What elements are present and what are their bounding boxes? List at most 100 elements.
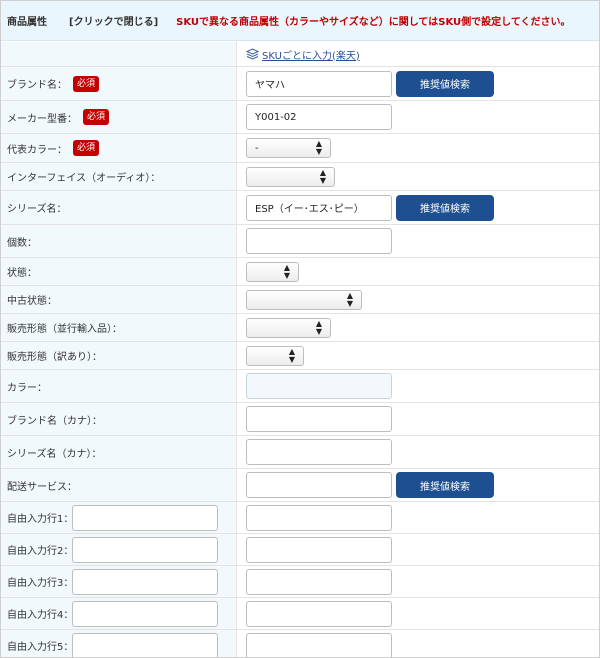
- series-value-cell: ESP（イー･エス･ピー） 推奨値検索: [238, 191, 599, 224]
- brand-search-button[interactable]: 推奨値検索: [396, 70, 494, 97]
- required-badge: 必須: [83, 109, 110, 125]
- sales-outlet-select[interactable]: ▲ ▼: [246, 345, 304, 366]
- required-badge: 必須: [73, 75, 100, 92]
- free-input-label-cell: 自由入力行4：: [1, 598, 237, 629]
- condition-label: 状態：: [7, 268, 37, 279]
- interface-value-cell: ▲ ▼: [238, 163, 599, 190]
- brand-input[interactable]: ヤマハ: [246, 70, 392, 97]
- free-input-name-field[interactable]: [72, 601, 218, 627]
- select-arrows-icon: ▲ ▼: [319, 167, 326, 185]
- interface-select[interactable]: ▲ ▼: [246, 166, 335, 187]
- sku-link-cell: SKUごとに入力(楽天): [238, 42, 599, 66]
- free-input-value-field[interactable]: [246, 632, 392, 657]
- condition-select[interactable]: ▲ ▼: [246, 261, 299, 282]
- color-rep-select[interactable]: - ▲ ▼: [246, 138, 331, 158]
- delivery-label-cell: 配送サービス：: [1, 469, 237, 501]
- select-arrows-icon: ▲ ▼: [283, 262, 290, 280]
- sales-outlet-label-cell: 販売形態（訳あり）：: [1, 342, 237, 369]
- free-input-value-cell: [238, 630, 599, 657]
- used-condition-select[interactable]: ▲ ▼: [246, 289, 362, 310]
- row-free-input: 自由入力行4：: [1, 598, 599, 630]
- collapse-toggle[interactable]: [クリックで閉じる]: [69, 13, 158, 28]
- row-free-input: 自由入力行2：: [1, 534, 599, 566]
- free-input-name-field[interactable]: [72, 569, 218, 595]
- used-condition-value-cell: ▲ ▼: [238, 286, 599, 313]
- row-free-input: 自由入力行1：: [1, 502, 599, 534]
- count-input[interactable]: [246, 228, 392, 254]
- free-input-name-field[interactable]: [72, 633, 218, 657]
- free-input-name-field[interactable]: [72, 537, 218, 563]
- row-delivery: 配送サービス： 推奨値検索: [1, 469, 599, 502]
- free-input-value-cell: [238, 534, 599, 565]
- color-rep-selected: -: [255, 142, 259, 154]
- used-condition-label-cell: 中古状態：: [1, 286, 237, 313]
- delivery-value-cell: 推奨値検索: [238, 469, 599, 501]
- row-count: 個数：: [1, 225, 599, 258]
- free-input-label: 自由入力行5：: [7, 642, 74, 653]
- product-attributes-panel: 商品属性 [クリックで閉じる] SKUで異なる商品属性（カラーやサイズなど）に関…: [0, 0, 600, 658]
- series-kana-label-cell: シリーズ名（カナ）：: [1, 436, 237, 468]
- sku-note: SKUで異なる商品属性（カラーやサイズなど）に関してはSKU側で設定してください…: [176, 17, 571, 28]
- select-arrows-icon: ▲ ▼: [288, 346, 295, 364]
- series-label-cell: シリーズ名：: [1, 191, 237, 224]
- series-kana-value-cell: [238, 436, 599, 468]
- brand-value-cell: ヤマハ 推奨値検索: [238, 67, 599, 100]
- row-free-input: 自由入力行5：: [1, 630, 599, 657]
- section-header: 商品属性 [クリックで閉じる] SKUで異なる商品属性（カラーやサイズなど）に関…: [1, 1, 599, 41]
- model-number-label-cell: メーカー型番： 必須: [1, 101, 237, 133]
- model-number-label: メーカー型番：: [7, 113, 77, 125]
- free-input-value-field[interactable]: [246, 568, 392, 595]
- row-interface: インターフェイス（オーディオ）： ▲ ▼: [1, 163, 599, 191]
- condition-label-cell: 状態：: [1, 258, 237, 285]
- free-input-label-cell: 自由入力行5：: [1, 630, 237, 657]
- row-free-input: 自由入力行3：: [1, 566, 599, 598]
- series-kana-input[interactable]: [246, 439, 392, 465]
- free-input-label-cell: 自由入力行3：: [1, 566, 237, 597]
- empty-label-cell: [1, 42, 237, 66]
- select-arrows-icon: ▲ ▼: [315, 318, 322, 336]
- select-arrows-icon: ▲ ▼: [346, 290, 353, 308]
- condition-value-cell: ▲ ▼: [238, 258, 599, 285]
- row-brand-kana: ブランド名（カナ）：: [1, 403, 599, 436]
- free-input-label-cell: 自由入力行2：: [1, 534, 237, 565]
- count-label-cell: 個数：: [1, 225, 237, 257]
- brand-kana-value-cell: [238, 403, 599, 435]
- sales-outlet-label: 販売形態（訳あり）：: [7, 352, 102, 363]
- brand-kana-label: ブランド名（カナ）：: [7, 415, 102, 427]
- model-number-input[interactable]: Y001-02: [246, 104, 392, 130]
- interface-label: インターフェイス（オーディオ）：: [7, 173, 161, 184]
- sales-parallel-select[interactable]: ▲ ▼: [246, 317, 331, 338]
- sku-input-link[interactable]: SKUごとに入力(楽天): [246, 47, 360, 62]
- brand-label-cell: ブランド名： 必須: [1, 67, 237, 100]
- sales-parallel-label: 販売形態（並行輸入品）：: [7, 324, 122, 335]
- row-series-kana: シリーズ名（カナ）：: [1, 436, 599, 469]
- delivery-label: 配送サービス：: [7, 481, 77, 493]
- series-search-button[interactable]: 推奨値検索: [396, 194, 494, 221]
- free-input-label: 自由入力行3：: [7, 578, 74, 589]
- free-input-name-field[interactable]: [72, 505, 218, 531]
- delivery-input[interactable]: [246, 472, 392, 498]
- attribute-rows: SKUごとに入力(楽天) ブランド名： 必須 ヤマハ 推奨値検索 メーカー型番：…: [1, 42, 599, 657]
- color-label-cell: カラー：: [1, 370, 237, 402]
- color-value-cell: [238, 370, 599, 402]
- brand-kana-input[interactable]: [246, 406, 392, 432]
- row-sales-parallel: 販売形態（並行輸入品）： ▲ ▼: [1, 314, 599, 342]
- series-input[interactable]: ESP（イー･エス･ピー）: [246, 194, 392, 221]
- sku-link-row: SKUごとに入力(楽天): [1, 42, 599, 67]
- color-rep-label: 代表カラー：: [7, 144, 67, 156]
- free-input-value-field[interactable]: [246, 504, 392, 531]
- color-label: カラー：: [7, 382, 47, 394]
- free-input-value-field[interactable]: [246, 536, 392, 563]
- count-label: 個数：: [7, 237, 37, 249]
- select-arrows-icon: ▲ ▼: [315, 139, 322, 156]
- free-input-value-field[interactable]: [246, 600, 392, 627]
- row-brand: ブランド名： 必須 ヤマハ 推奨値検索: [1, 67, 599, 101]
- free-input-value-cell: [238, 566, 599, 597]
- color-input: [246, 373, 392, 399]
- row-model-number: メーカー型番： 必須 Y001-02: [1, 101, 599, 134]
- row-series: シリーズ名： ESP（イー･エス･ピー） 推奨値検索: [1, 191, 599, 225]
- delivery-search-button[interactable]: 推奨値検索: [396, 472, 494, 498]
- brand-kana-label-cell: ブランド名（カナ）：: [1, 403, 237, 435]
- series-label: シリーズ名：: [7, 204, 67, 215]
- series-kana-label: シリーズ名（カナ）：: [7, 448, 102, 460]
